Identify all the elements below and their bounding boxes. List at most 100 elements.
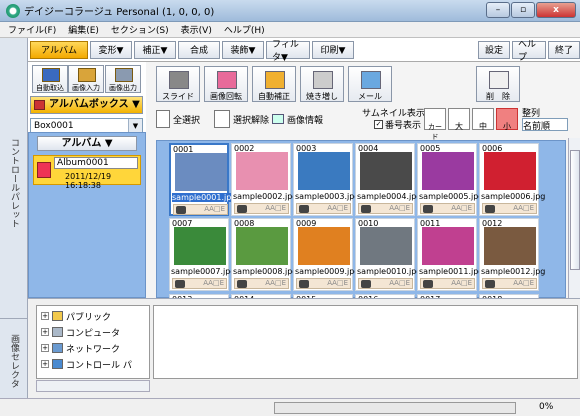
sort-select[interactable]: 名前順 [522, 118, 568, 132]
hand-icon [214, 110, 230, 128]
thumbnail-filename: sample0012.jpg [481, 267, 546, 276]
thumbnail-cell[interactable]: 0008 sample0008.jpg AA□E [231, 218, 297, 291]
thumbnail-cell[interactable]: 0001 sample0001.jpg AA□E [169, 143, 237, 216]
slideshow-button[interactable]: スライド [156, 66, 200, 102]
thumbnail-image[interactable] [298, 152, 350, 190]
medium-view-button[interactable]: 中 [472, 108, 494, 131]
rotate-button[interactable]: 画像回転 [204, 66, 248, 102]
reprint-button[interactable]: 焼き増し [300, 66, 344, 102]
thumbnail-info-bar: AA□E [172, 278, 227, 289]
camera-icon [299, 205, 309, 213]
thumbnail-image[interactable] [298, 227, 350, 265]
deselect-button[interactable]: 選択解除 [214, 108, 269, 130]
thumbnail-tags: AA□E [327, 204, 348, 212]
close-button[interactable]: x [536, 2, 576, 18]
expand-icon[interactable]: + [41, 312, 49, 320]
tree-item-network[interactable]: + ネットワーク [41, 341, 120, 355]
tree-hscrollbar[interactable] [36, 380, 150, 392]
camera-icon [175, 280, 185, 288]
tab-print[interactable]: 印刷▼ [312, 40, 354, 59]
image-selector-label[interactable]: 画像セレクタ [8, 334, 21, 388]
album-box-button[interactable]: アルバムボックス ▼ [30, 96, 143, 114]
expand-icon[interactable]: + [41, 344, 49, 352]
thumbnail-filename: sample0005.jpg [419, 192, 484, 201]
maximize-button[interactable]: ▫ [511, 2, 535, 18]
folder-icon [78, 68, 96, 82]
thumbnail-cell[interactable]: 0009 sample0009.jpg AA□E [293, 218, 359, 291]
menu-view[interactable]: 表示(V) [181, 23, 212, 36]
album-panel: アルバム ▼ Album0001 2011/12/19 16:18:38 [28, 132, 146, 298]
thumbnail-filename: sample0001.jpg [172, 193, 237, 202]
thumbnail-image[interactable] [236, 152, 288, 190]
auto-correct-button[interactable]: 自動補正 [252, 66, 296, 102]
thumbnail-image[interactable] [360, 152, 412, 190]
network-icon [52, 343, 63, 353]
minimize-button[interactable]: – [486, 2, 510, 18]
small-view-button[interactable]: 小 [496, 108, 518, 131]
thumbnail-cell[interactable]: 0006 sample0006.jpg AA□E [479, 143, 545, 216]
thumbnail-image[interactable] [422, 152, 474, 190]
grid-scrollbar[interactable] [568, 138, 580, 298]
camera-icon [299, 280, 309, 288]
thumbnail-tags: AA□E [451, 279, 472, 287]
image-info-button[interactable]: 画像情報 [272, 108, 323, 130]
tab-decorate[interactable]: 装飾▼ [222, 40, 264, 59]
control-palette-label[interactable]: コントロールパレット [8, 138, 21, 228]
thumbnail-image[interactable] [175, 153, 227, 191]
thumbnail-tags: AA□E [327, 279, 348, 287]
thumbnail-info-bar: AA□E [420, 203, 475, 214]
thumbnail-image[interactable] [484, 152, 536, 190]
auto-import-button[interactable]: 自動取込 [32, 65, 68, 93]
tree-item-computer[interactable]: + コンピュータ [41, 325, 120, 339]
help-button[interactable]: ヘルプ [512, 40, 546, 63]
tab-composite[interactable]: 合成 [178, 40, 220, 59]
thumbnail-tags: AA□E [204, 205, 225, 213]
tree-item-public[interactable]: + パブリック [41, 309, 111, 323]
thumbnail-cell[interactable]: 0004 sample0004.jpg AA□E [355, 143, 421, 216]
scrollbar-thumb[interactable] [570, 150, 580, 270]
thumbnail-cell[interactable]: 0012 sample0012.jpg AA□E [479, 218, 545, 291]
expand-icon[interactable]: + [41, 328, 49, 336]
image-input-button[interactable]: 画像入力 [68, 65, 104, 93]
thumbnail-cell[interactable]: 0002 sample0002.jpg AA□E [231, 143, 297, 216]
thumbnail-cell[interactable]: 0003 sample0003.jpg AA□E [293, 143, 359, 216]
thumbnail-info-bar: AA□E [358, 203, 413, 214]
thumbnail-tags: AA□E [265, 279, 286, 287]
menu-edit[interactable]: 編集(E) [68, 23, 99, 36]
thumbnail-info-bar: AA□E [420, 278, 475, 289]
card-view-button[interactable]: カード [424, 108, 446, 141]
delete-button[interactable]: 削 除 [476, 66, 520, 102]
mail-button[interactable]: メール [348, 66, 392, 102]
settings-button[interactable]: 設定 [478, 40, 510, 59]
tab-filter[interactable]: フィルタ▼ [266, 40, 310, 63]
thumbnail-cell[interactable]: 0007 sample0007.jpg AA□E [169, 218, 235, 291]
expand-icon[interactable]: + [41, 360, 49, 368]
thumbnail-filename: sample0011.jpg [419, 267, 484, 276]
thumbnail-image[interactable] [360, 227, 412, 265]
menu-section[interactable]: セクション(S) [111, 23, 169, 36]
thumbnail-cell[interactable]: 0010 sample0010.jpg AA□E [355, 218, 421, 291]
album-item[interactable]: Album0001 2011/12/19 16:18:38 [33, 155, 141, 190]
folder-tree: + パブリック + コンピュータ + ネットワーク + コントロール パ [36, 305, 150, 379]
tree-item-control-panel[interactable]: + コントロール パ [41, 357, 132, 371]
tab-album[interactable]: アルバム [30, 40, 88, 59]
folder-icon [52, 311, 63, 321]
exit-button[interactable]: 終了 [548, 40, 580, 59]
menu-file[interactable]: ファイル(F) [8, 23, 56, 36]
tab-transform[interactable]: 変形▼ [90, 40, 132, 59]
thumbnail-cell[interactable]: 0011 sample0011.jpg AA□E [417, 218, 483, 291]
number-display-checkbox[interactable]: ✓ 番号表示 [374, 118, 421, 131]
menu-help[interactable]: ヘルプ(H) [224, 23, 265, 36]
thumbnail-image[interactable] [236, 227, 288, 265]
thumbnail-image[interactable] [174, 227, 226, 265]
album-header-button[interactable]: アルバム ▼ [37, 136, 137, 151]
thumbnail-filename: sample0004.jpg [357, 192, 422, 201]
large-view-button[interactable]: 大 [448, 108, 470, 131]
thumbnail-image[interactable] [422, 227, 474, 265]
image-output-button[interactable]: 画像出力 [105, 65, 141, 93]
thumbnail-image[interactable] [484, 227, 536, 265]
tab-correct[interactable]: 補正▼ [134, 40, 176, 59]
thumbnail-grid: 0001 sample0001.jpg AA□E 0002 sample0002.jpg… [156, 140, 566, 306]
select-all-button[interactable]: 全選択 [156, 108, 200, 130]
thumbnail-cell[interactable]: 0005 sample0005.jpg AA□E [417, 143, 483, 216]
